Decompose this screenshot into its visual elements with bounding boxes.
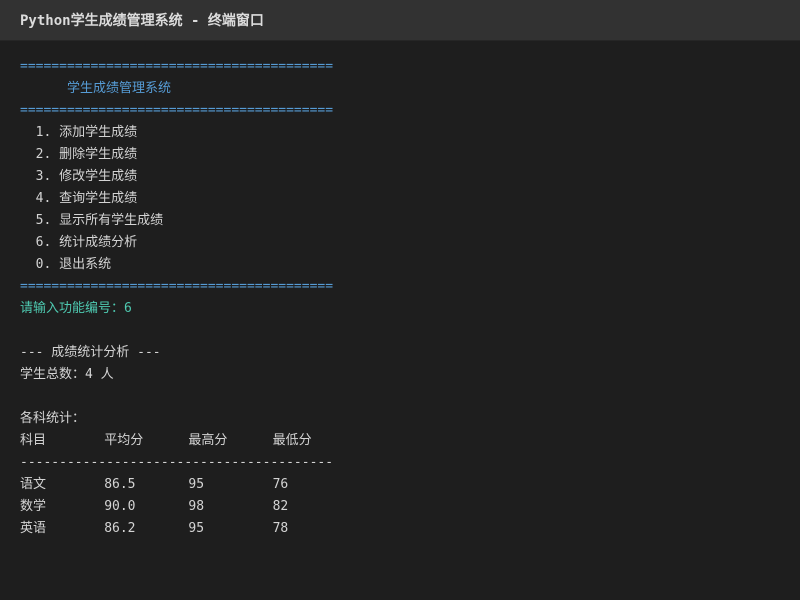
header-max: 最高分 (188, 433, 228, 448)
menu-heading: 学生成绩管理系统 (20, 81, 171, 96)
cell-average: 86.2 (104, 521, 136, 536)
menu-item-modify: 3. 修改学生成绩 (20, 169, 138, 184)
table-row: 数学 90.0 98 82 (20, 496, 780, 518)
menu-item-statistics: 6. 统计成绩分析 (20, 235, 138, 250)
menu-item-delete: 2. 删除学生成绩 (20, 147, 138, 162)
cell-average: 90.0 (104, 499, 136, 514)
cell-subject: 英语 (20, 521, 47, 536)
cell-max: 98 (188, 499, 205, 514)
input-prompt: 请输入功能编号：6 (20, 301, 132, 316)
separator-line: ======================================== (20, 279, 334, 294)
cell-subject: 语文 (20, 477, 47, 492)
menu-item-show-all: 5. 显示所有学生成绩 (20, 213, 164, 228)
cell-min: 76 (272, 477, 289, 492)
title-bar[interactable]: Python学生成绩管理系统 - 终端窗口 (0, 0, 800, 41)
header-min: 最低分 (272, 433, 312, 448)
terminal-output[interactable]: ========================================… (20, 56, 780, 540)
menu-item-exit: 0. 退出系统 (20, 257, 112, 272)
header-average: 平均分 (104, 433, 144, 448)
terminal-window: Python学生成绩管理系统 - 终端窗口 ==================… (0, 0, 800, 600)
cell-max: 95 (188, 521, 205, 536)
separator-line: ======================================== (20, 103, 334, 118)
header-subject: 科目 (20, 433, 47, 448)
subjects-heading: 各科统计： (20, 411, 86, 426)
menu-item-add: 1. 添加学生成绩 (20, 125, 138, 140)
cell-min: 82 (272, 499, 289, 514)
cell-max: 95 (188, 477, 205, 492)
separator-line: ======================================== (20, 59, 334, 74)
window-title: Python学生成绩管理系统 - 终端窗口 (20, 13, 264, 29)
table-divider: ---------------------------------------- (20, 455, 334, 470)
menu-item-query: 4. 查询学生成绩 (20, 191, 138, 206)
section-title: --- 成绩统计分析 --- (20, 345, 161, 360)
cell-average: 86.5 (104, 477, 136, 492)
student-count: 学生总数：4 人 (20, 367, 114, 382)
table-row: 语文 86.5 95 76 (20, 474, 780, 496)
cell-min: 78 (272, 521, 289, 536)
cell-subject: 数学 (20, 499, 47, 514)
table-header: 科目 平均分 最高分 最低分 (20, 430, 780, 452)
table-row: 英语 86.2 95 78 (20, 518, 780, 540)
